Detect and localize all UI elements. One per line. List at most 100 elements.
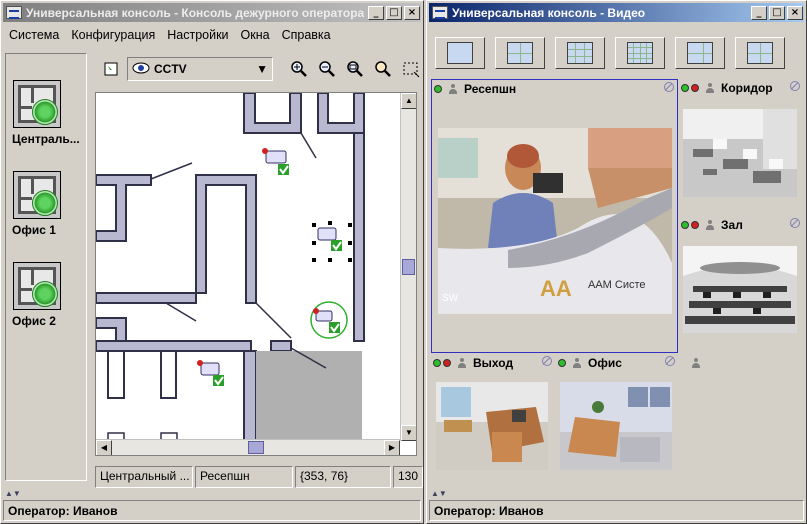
- camera-marker-corridor: [262, 148, 289, 175]
- camera-marker-reception: [310, 301, 348, 339]
- zoom-fit-icon[interactable]: [343, 57, 367, 81]
- layout-2x2-button[interactable]: [495, 37, 545, 69]
- camera-person-icon: [691, 358, 701, 368]
- site-office-1[interactable]: Офис 1: [12, 171, 86, 237]
- video-cell-hall[interactable]: Зал: [679, 216, 803, 353]
- layout-2x2-wide-button[interactable]: [735, 37, 785, 69]
- camera-marker-hall: [312, 221, 352, 262]
- status-led-icon: [681, 221, 689, 229]
- status-led-icon: [691, 221, 699, 229]
- status-led-icon: [434, 85, 442, 93]
- window-title: Универсальная консоль - Консоль дежурног…: [26, 5, 365, 20]
- video-overlay-text: SW: [442, 293, 459, 304]
- video-window: Универсальная консоль - Видео _ □ × Ресе…: [426, 0, 807, 524]
- map-toolbar: CCTV ▼ ✋: [99, 53, 423, 85]
- camera-name: Ресепшн: [464, 82, 517, 96]
- operator-console-window: Универсальная консоль - Консоль дежурног…: [0, 0, 424, 524]
- zoom-in-icon[interactable]: [287, 57, 311, 81]
- title-bar[interactable]: Универсальная консоль - Консоль дежурног…: [3, 3, 421, 22]
- camera-person-icon: [705, 83, 715, 93]
- minimize-button[interactable]: _: [368, 5, 384, 20]
- maximize-button[interactable]: □: [386, 5, 402, 20]
- layout-toolbar: [435, 37, 795, 69]
- status-led-icon: [691, 84, 699, 92]
- scroll-right-icon[interactable]: ▶: [384, 440, 400, 455]
- layer-icon[interactable]: [99, 57, 123, 81]
- horizontal-scrollbar[interactable]: ◀ ▶: [96, 439, 400, 455]
- no-signal-icon[interactable]: [542, 356, 552, 366]
- video-feed-corridor: [683, 109, 797, 197]
- scroll-thumb[interactable]: [248, 441, 264, 454]
- scroll-thumb[interactable]: [402, 259, 415, 275]
- operator-label: Оператор: Иванов: [429, 500, 804, 521]
- status-led-icon: [681, 84, 689, 92]
- status-coords: {353, 76}: [295, 466, 391, 488]
- menu-settings[interactable]: Настройки: [161, 28, 234, 42]
- layout-1plus5-button[interactable]: [675, 37, 725, 69]
- app-icon: [432, 6, 448, 19]
- select-rect-icon[interactable]: [399, 57, 423, 81]
- title-bar[interactable]: Универсальная консоль - Видео _ □ ×: [429, 3, 804, 22]
- video-cell-empty[interactable]: [679, 354, 803, 485]
- eye-icon: [132, 62, 150, 77]
- zoom-out-icon[interactable]: [315, 57, 339, 81]
- operator-label: Оператор: Иванов: [3, 500, 421, 521]
- splitter-arrows-icon[interactable]: ▲▼: [5, 489, 419, 498]
- no-signal-icon[interactable]: [790, 218, 800, 228]
- status-zoom: 130: [393, 466, 423, 488]
- no-signal-icon[interactable]: [790, 81, 800, 91]
- site-office-2[interactable]: Офис 2: [12, 262, 86, 328]
- menu-system[interactable]: Система: [3, 28, 65, 42]
- vertical-scrollbar[interactable]: ▲ ▼: [400, 93, 416, 441]
- floor-plan-icon: [13, 80, 61, 128]
- video-cell-office[interactable]: Офис: [556, 354, 678, 485]
- layout-1x1-button[interactable]: [435, 37, 485, 69]
- video-cell-reception[interactable]: Ресепшн АА ААМ Систе SW: [431, 79, 678, 353]
- video-cell-exit[interactable]: Выход: [431, 354, 555, 485]
- scroll-down-icon[interactable]: ▼: [401, 425, 416, 441]
- video-feed-office: [560, 382, 672, 470]
- no-signal-icon[interactable]: [665, 356, 675, 366]
- grid-4x4-icon: [627, 42, 653, 64]
- video-cell-corridor[interactable]: Коридор: [679, 79, 803, 215]
- grid-3x3-icon: [567, 42, 593, 64]
- menu-configuration[interactable]: Конфигурация: [65, 28, 161, 42]
- grid-2x2-icon: [507, 42, 533, 64]
- minimize-button[interactable]: _: [751, 5, 767, 20]
- close-button[interactable]: ×: [787, 5, 803, 20]
- video-feed-hall: [683, 246, 797, 333]
- status-led-icon: [443, 359, 451, 367]
- svg-text:АА: АА: [540, 276, 572, 301]
- chevron-down-icon: ▼: [256, 62, 268, 76]
- floor-plan-icon: [13, 171, 61, 219]
- camera-person-icon: [705, 220, 715, 230]
- zoom-search-icon[interactable]: [371, 57, 395, 81]
- menu-windows[interactable]: Окна: [235, 28, 276, 42]
- layer-select[interactable]: CCTV ▼: [127, 57, 273, 81]
- layout-3x3-button[interactable]: [555, 37, 605, 69]
- close-button[interactable]: ×: [404, 5, 420, 20]
- layout-4x4-button[interactable]: [615, 37, 665, 69]
- camera-name: Офис: [588, 356, 622, 370]
- status-camera: Ресепшн: [195, 466, 293, 488]
- maximize-button[interactable]: □: [769, 5, 785, 20]
- floor-plan-drawing: [96, 93, 365, 441]
- scroll-up-icon[interactable]: ▲: [401, 93, 416, 109]
- site-central[interactable]: Централь...: [12, 80, 86, 146]
- video-feed-exit: [436, 382, 548, 470]
- site-label: Офис 2: [12, 314, 56, 328]
- splitter-arrows-icon[interactable]: ▲▼: [431, 489, 802, 498]
- scroll-left-icon[interactable]: ◀: [96, 440, 112, 455]
- menu-help[interactable]: Справка: [276, 28, 337, 42]
- menu-bar: Система Конфигурация Настройки Окна Спра…: [3, 25, 421, 45]
- camera-name: Зал: [721, 218, 743, 232]
- no-signal-icon[interactable]: [664, 82, 674, 92]
- site-label: Офис 1: [12, 223, 56, 237]
- grid-1plus5-icon: [687, 42, 713, 64]
- window-title: Универсальная консоль - Видео: [452, 5, 646, 20]
- floor-plan-map[interactable]: ▲ ▼ ◀ ▶: [95, 92, 417, 456]
- video-grid: Ресепшн АА ААМ Систе SW Коридор Зал Выхо…: [431, 79, 806, 485]
- camera-name: Выход: [473, 356, 514, 370]
- layer-select-value: CCTV: [154, 62, 187, 76]
- camera-person-icon: [457, 358, 467, 368]
